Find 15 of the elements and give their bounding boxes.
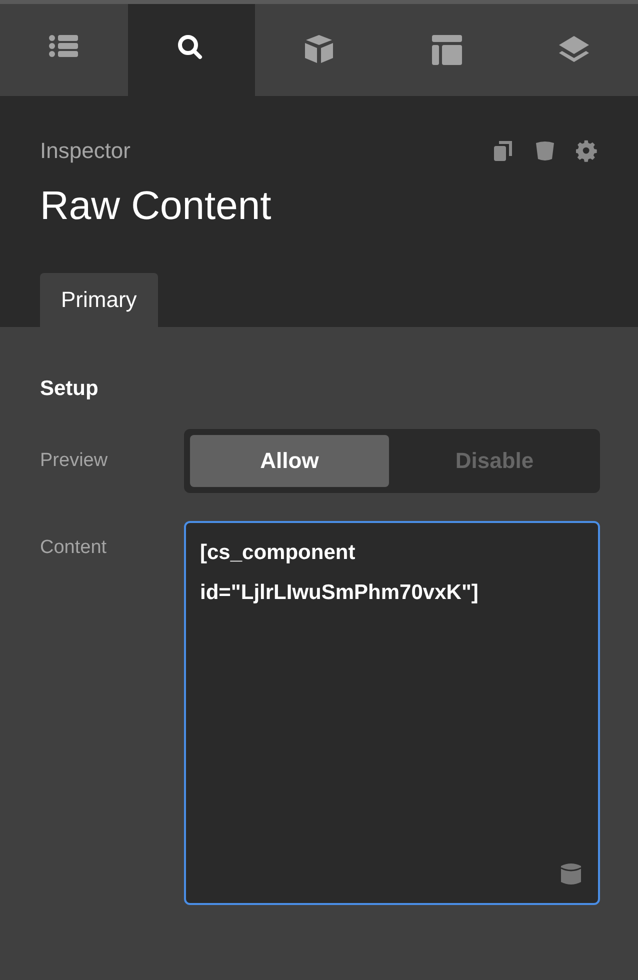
settings-icon[interactable]	[576, 140, 598, 162]
field-label: Preview	[40, 450, 109, 472]
copy-icon[interactable]	[492, 140, 514, 162]
field-label: Content	[40, 536, 108, 559]
trash-icon[interactable]	[534, 140, 556, 162]
segment-option[interactable]: Allow	[190, 435, 389, 487]
panel-title: Raw Content	[40, 184, 272, 229]
tab[interactable]: Primary	[40, 273, 158, 327]
toolbar-tab[interactable]	[128, 4, 256, 96]
database-icon[interactable]	[560, 861, 582, 887]
content-textarea[interactable]: [cs_component id="LjlrLIwuSmPhm70vxK"]	[184, 521, 600, 905]
section-title: Setup	[40, 377, 100, 401]
cube-icon	[302, 34, 335, 66]
panel-label: Inspector	[40, 138, 130, 164]
layout-icon	[430, 34, 463, 66]
